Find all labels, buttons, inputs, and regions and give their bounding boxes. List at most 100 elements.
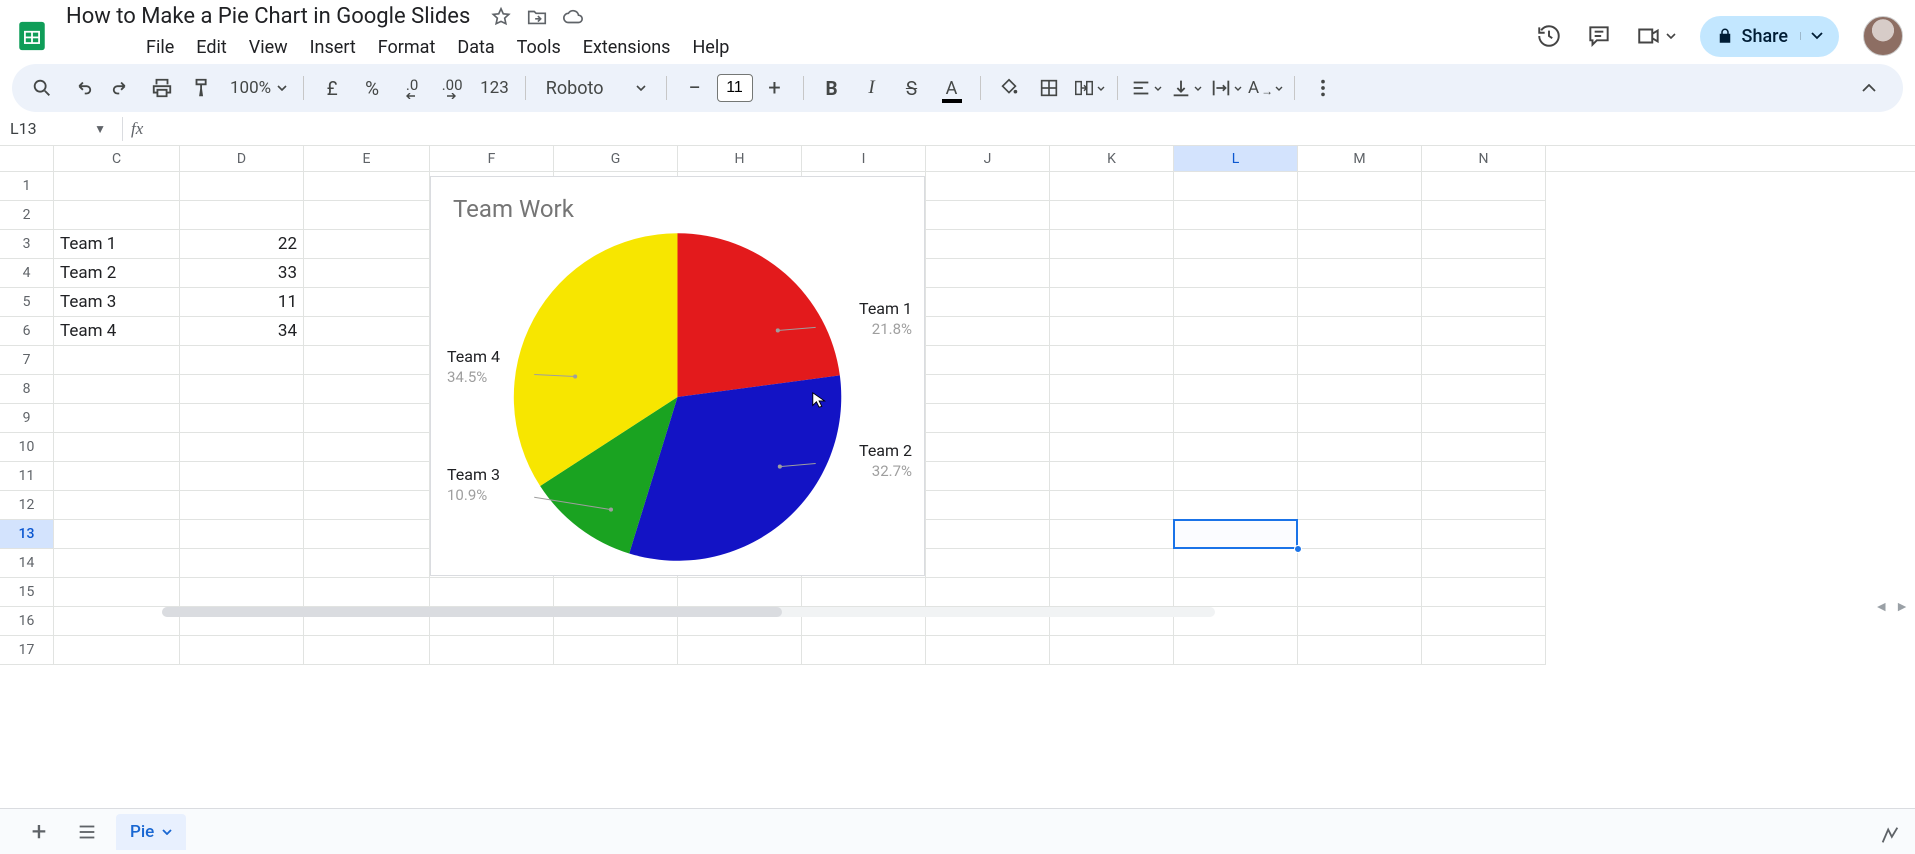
cell-C7[interactable] xyxy=(54,346,180,375)
cell-J1[interactable] xyxy=(926,172,1050,201)
cell-M14[interactable] xyxy=(1298,549,1422,578)
row-header-10[interactable]: 10 xyxy=(0,433,54,462)
column-header-F[interactable]: F xyxy=(430,146,554,171)
row-header-9[interactable]: 9 xyxy=(0,404,54,433)
row-header-11[interactable]: 11 xyxy=(0,462,54,491)
cell-K3[interactable] xyxy=(1050,230,1174,259)
undo-icon[interactable] xyxy=(64,70,100,106)
cell-K4[interactable] xyxy=(1050,259,1174,288)
cell-E9[interactable] xyxy=(304,404,430,433)
cell-J5[interactable] xyxy=(926,288,1050,317)
row-header-14[interactable]: 14 xyxy=(0,549,54,578)
cell-F15[interactable] xyxy=(430,578,554,607)
menu-insert[interactable]: Insert xyxy=(300,33,366,62)
menu-extensions[interactable]: Extensions xyxy=(573,33,681,62)
cell-C8[interactable] xyxy=(54,375,180,404)
cell-C4[interactable]: Team 2 xyxy=(54,259,180,288)
currency-button[interactable]: £ xyxy=(314,70,350,106)
cell-E6[interactable] xyxy=(304,317,430,346)
cell-N17[interactable] xyxy=(1422,636,1546,665)
cell-K7[interactable] xyxy=(1050,346,1174,375)
cell-H17[interactable] xyxy=(678,636,802,665)
cell-J6[interactable] xyxy=(926,317,1050,346)
cell-D12[interactable] xyxy=(180,491,304,520)
row-header-15[interactable]: 15 xyxy=(0,578,54,607)
cell-M3[interactable] xyxy=(1298,230,1422,259)
menu-view[interactable]: View xyxy=(239,33,298,62)
cell-E5[interactable] xyxy=(304,288,430,317)
share-dropdown-icon[interactable] xyxy=(1800,32,1823,40)
borders-icon[interactable] xyxy=(1031,70,1067,106)
cell-L10[interactable] xyxy=(1174,433,1298,462)
increase-decimal-icon[interactable]: .00 xyxy=(434,70,470,106)
cell-K11[interactable] xyxy=(1050,462,1174,491)
cell-K14[interactable] xyxy=(1050,549,1174,578)
column-header-M[interactable]: M xyxy=(1298,146,1422,171)
cell-L13[interactable] xyxy=(1174,520,1298,549)
cell-N9[interactable] xyxy=(1422,404,1546,433)
cell-L1[interactable] xyxy=(1174,172,1298,201)
font-size-input[interactable] xyxy=(717,74,753,102)
cell-E3[interactable] xyxy=(304,230,430,259)
cell-I17[interactable] xyxy=(802,636,926,665)
cell-C14[interactable] xyxy=(54,549,180,578)
row-header-16[interactable]: 16 xyxy=(0,607,54,636)
column-header-C[interactable]: C xyxy=(54,146,180,171)
cell-M12[interactable] xyxy=(1298,491,1422,520)
cell-D6[interactable]: 34 xyxy=(180,317,304,346)
column-header-I[interactable]: I xyxy=(802,146,926,171)
zoom-dropdown[interactable]: 100% xyxy=(224,78,293,98)
row-header-8[interactable]: 8 xyxy=(0,375,54,404)
column-header-J[interactable]: J xyxy=(926,146,1050,171)
cell-K13[interactable] xyxy=(1050,520,1174,549)
more-toolbar-icon[interactable] xyxy=(1305,70,1341,106)
cell-M16[interactable] xyxy=(1298,607,1422,636)
menu-edit[interactable]: Edit xyxy=(186,33,236,62)
cell-M4[interactable] xyxy=(1298,259,1422,288)
explore-icon[interactable] xyxy=(1879,824,1901,846)
fill-color-icon[interactable] xyxy=(991,70,1027,106)
cell-C12[interactable] xyxy=(54,491,180,520)
cell-E8[interactable] xyxy=(304,375,430,404)
italic-icon[interactable]: I xyxy=(854,70,890,106)
row-header-7[interactable]: 7 xyxy=(0,346,54,375)
cell-D4[interactable]: 33 xyxy=(180,259,304,288)
cell-N13[interactable] xyxy=(1422,520,1546,549)
cell-D13[interactable] xyxy=(180,520,304,549)
cell-M17[interactable] xyxy=(1298,636,1422,665)
cell-N5[interactable] xyxy=(1422,288,1546,317)
cell-J14[interactable] xyxy=(926,549,1050,578)
cell-N11[interactable] xyxy=(1422,462,1546,491)
cell-M7[interactable] xyxy=(1298,346,1422,375)
cell-L17[interactable] xyxy=(1174,636,1298,665)
redo-icon[interactable] xyxy=(104,70,140,106)
name-box-dropdown-icon[interactable]: ▼ xyxy=(94,122,106,136)
cell-E17[interactable] xyxy=(304,636,430,665)
column-header-G[interactable]: G xyxy=(554,146,678,171)
paint-format-icon[interactable] xyxy=(184,70,220,106)
row-header-12[interactable]: 12 xyxy=(0,491,54,520)
column-header-K[interactable]: K xyxy=(1050,146,1174,171)
cell-C15[interactable] xyxy=(54,578,180,607)
row-header-5[interactable]: 5 xyxy=(0,288,54,317)
cell-E1[interactable] xyxy=(304,172,430,201)
bold-icon[interactable]: B xyxy=(814,70,850,106)
cell-J2[interactable] xyxy=(926,201,1050,230)
cell-J4[interactable] xyxy=(926,259,1050,288)
cell-L4[interactable] xyxy=(1174,259,1298,288)
cell-D11[interactable] xyxy=(180,462,304,491)
cell-M9[interactable] xyxy=(1298,404,1422,433)
cell-F17[interactable] xyxy=(430,636,554,665)
number-format-button[interactable]: 123 xyxy=(474,70,515,106)
text-rotation-icon[interactable]: A→ xyxy=(1248,70,1284,106)
selection-fill-handle[interactable] xyxy=(1294,545,1302,553)
column-header-D[interactable]: D xyxy=(180,146,304,171)
cell-L14[interactable] xyxy=(1174,549,1298,578)
cell-E2[interactable] xyxy=(304,201,430,230)
menu-tools[interactable]: Tools xyxy=(507,33,571,62)
menu-data[interactable]: Data xyxy=(447,33,504,62)
cell-E12[interactable] xyxy=(304,491,430,520)
cell-K2[interactable] xyxy=(1050,201,1174,230)
move-icon[interactable] xyxy=(526,6,548,28)
sheet-tab-menu-icon[interactable] xyxy=(162,829,172,835)
